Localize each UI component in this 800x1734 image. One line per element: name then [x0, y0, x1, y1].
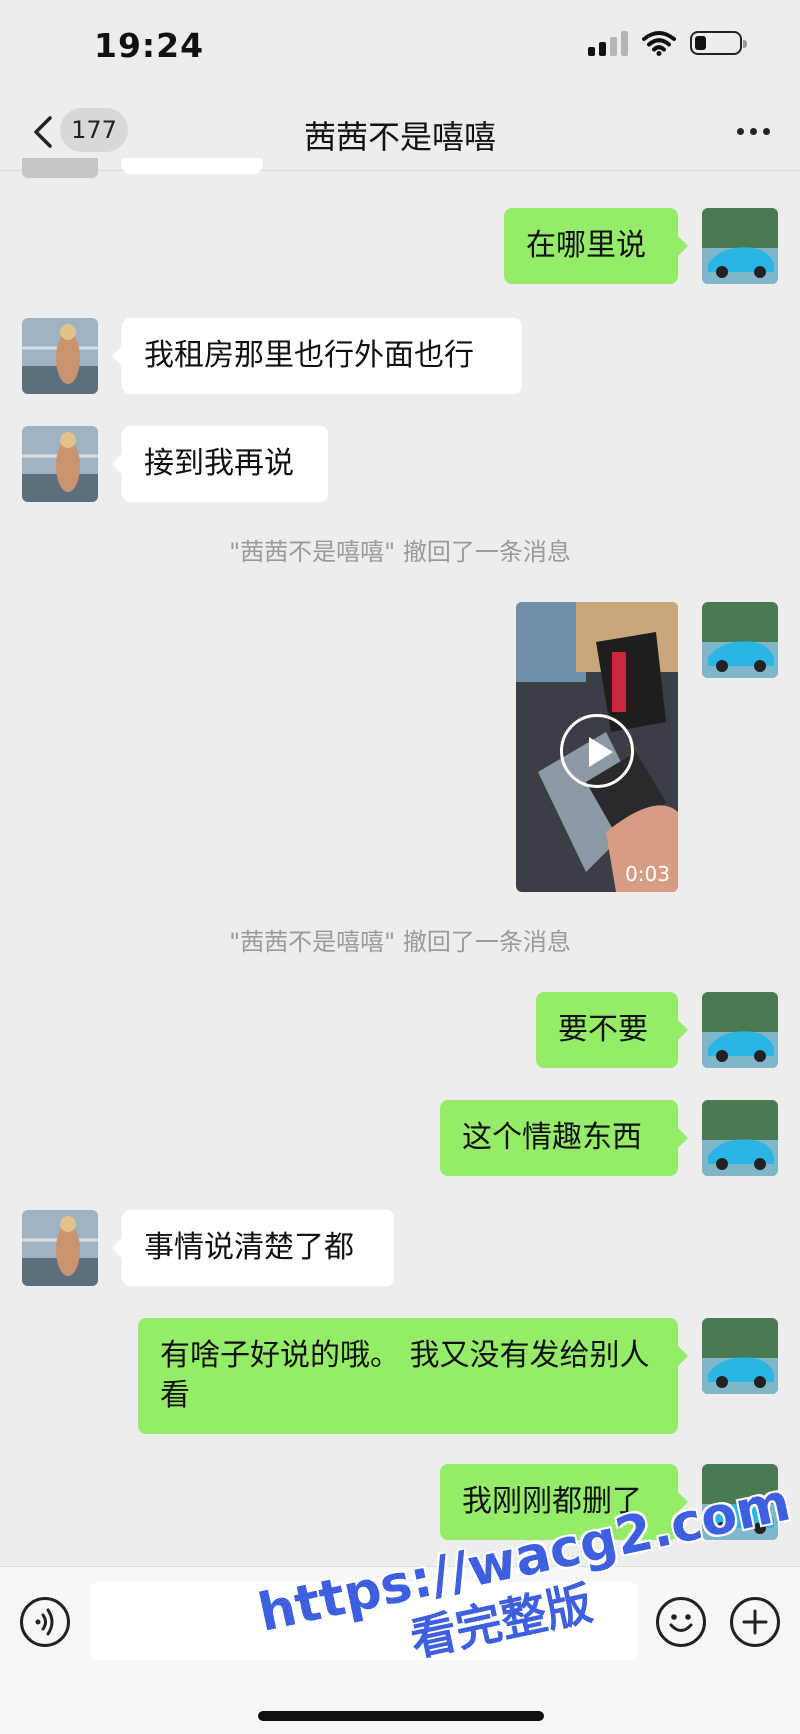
wifi-icon [642, 31, 676, 56]
message-bubble[interactable]: 要不要 [536, 992, 688, 1068]
my-avatar[interactable] [702, 992, 778, 1068]
recall-notice: "茜茜不是嘻嘻" 撤回了一条消息 [229, 928, 571, 956]
video-message[interactable]: 0:03 [516, 602, 678, 892]
home-indicator [258, 1711, 544, 1721]
battery-level [695, 36, 706, 50]
message-bubble[interactable]: 事情说清楚了都 [112, 1210, 394, 1286]
message-bubble[interactable]: 有啥子好说的哦。 我又没有发给别人看 [138, 1318, 688, 1434]
message-bubble[interactable]: 我租房那里也行外面也行 [112, 318, 522, 394]
status-time: 19:24 [94, 26, 205, 65]
battery-icon [690, 31, 747, 55]
play-icon[interactable] [560, 714, 634, 788]
chat-title: 茜茜不是嘻嘻 [303, 118, 496, 156]
more-dots-icon[interactable] [737, 128, 770, 135]
recall-notice: "茜茜不是嘻嘻" 撤回了一条消息 [229, 538, 571, 566]
my-avatar[interactable] [702, 208, 778, 284]
cellular-signal-icon [588, 30, 628, 56]
contact-avatar[interactable] [22, 426, 98, 502]
status-bar: 19:24 [0, 0, 800, 100]
my-avatar[interactable] [702, 1318, 778, 1394]
message-bubble[interactable]: 接到我再说 [112, 426, 328, 502]
plus-icon[interactable] [730, 1597, 780, 1647]
video-duration: 0:03 [625, 862, 670, 886]
contact-avatar[interactable] [22, 318, 98, 394]
status-icons [588, 30, 747, 56]
message-bubble[interactable]: 这个情趣东西 [440, 1100, 688, 1176]
my-avatar[interactable] [702, 1100, 778, 1176]
contact-avatar[interactable] [22, 1210, 98, 1286]
message-bubble[interactable]: 在哪里说 [504, 208, 688, 284]
chat-header: 177 茜茜不是嘻嘻 [0, 100, 800, 171]
voice-icon[interactable] [20, 1597, 70, 1647]
my-avatar[interactable] [702, 602, 778, 678]
